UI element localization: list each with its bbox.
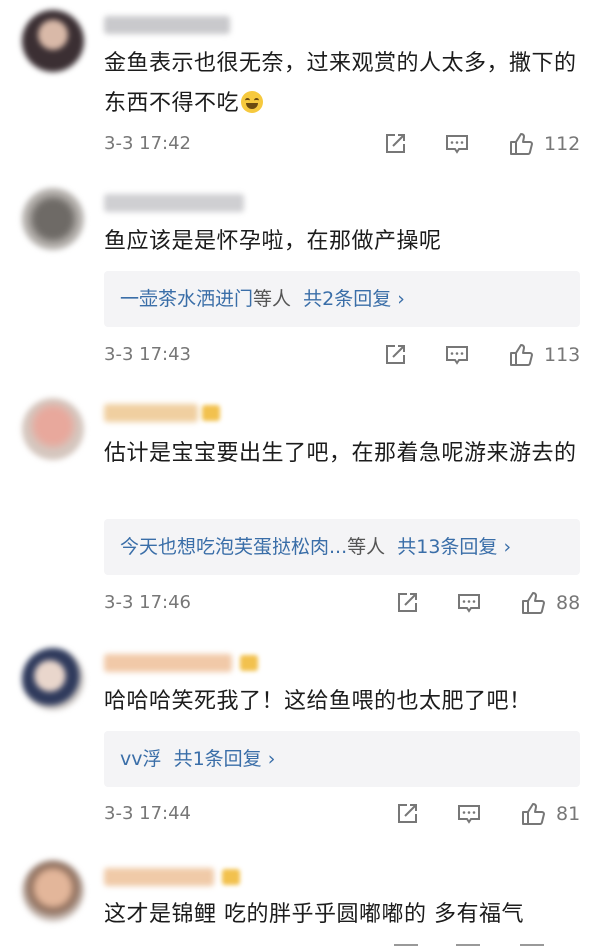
comment-text: 这才是锦鲤 吃的胖乎乎圆嘟嘟的 多有福气: [104, 902, 524, 927]
like-count: 113: [544, 344, 581, 366]
comment-meta: 3-3 17:42 112: [104, 129, 582, 159]
comment-icon[interactable]: [456, 590, 482, 616]
username-blurred[interactable]: [104, 16, 230, 34]
thumbs-up-icon[interactable]: [520, 801, 546, 827]
comment-icon[interactable]: [456, 801, 482, 827]
reply-summary[interactable]: vv浮 共1条回复 ›: [104, 731, 580, 787]
username-blurred[interactable]: [104, 194, 244, 212]
laughing-tears-emoji: [241, 91, 264, 113]
avatar[interactable]: [22, 398, 84, 460]
share-icon[interactable]: [394, 590, 420, 616]
reply-count[interactable]: 共2条回复 ›: [303, 288, 405, 310]
user-badge: [202, 405, 220, 421]
comment-meta: 3-3 17:43 113: [104, 340, 582, 370]
username-blurred[interactable]: [104, 868, 214, 886]
like-count: 81: [556, 803, 581, 825]
comment-icon[interactable]: [444, 342, 470, 368]
thumbs-up-icon[interactable]: [520, 590, 546, 616]
reply-count[interactable]: 共1条回复 ›: [174, 748, 276, 770]
comment-text: 估计是宝宝要出生了吧，在那着急呢游来游去的: [104, 441, 577, 466]
reply-users[interactable]: 今天也想吃泡芙蛋挞松肉...: [120, 536, 347, 558]
thumbs-up-icon[interactable]: [508, 131, 534, 157]
like-count: 88: [556, 592, 581, 614]
share-icon[interactable]: [382, 131, 408, 157]
timestamp: 3-3 17:44: [104, 803, 191, 824]
comment-text: 鱼应该是是怀孕啦，在那做产操呢: [104, 229, 442, 254]
comment-icon[interactable]: [444, 131, 470, 157]
share-icon[interactable]: [382, 342, 408, 368]
reply-summary[interactable]: 今天也想吃泡芙蛋挞松肉...等人 共13条回复 ›: [104, 519, 580, 575]
reply-users[interactable]: vv浮: [120, 748, 162, 770]
timestamp: 3-3 17:46: [104, 592, 191, 613]
reply-summary[interactable]: 一壶茶水洒进门等人 共2条回复 ›: [104, 271, 580, 327]
avatar[interactable]: [22, 860, 84, 922]
share-icon[interactable]: [394, 801, 420, 827]
comment-meta: 3-3 17:46 88: [104, 588, 582, 618]
comment-text: 金鱼表示也很无奈，过来观赏的人太多，撒下的东西不得不吃: [104, 51, 577, 116]
timestamp: 3-3 17:42: [104, 133, 191, 154]
reply-users[interactable]: 一壶茶水洒进门: [120, 288, 253, 310]
thumbs-up-icon[interactable]: [508, 342, 534, 368]
username-blurred[interactable]: [104, 404, 198, 422]
avatar[interactable]: [22, 188, 84, 250]
timestamp: 3-3 17:43: [104, 344, 191, 365]
reply-count[interactable]: 共13条回复 ›: [397, 536, 511, 558]
comment-meta: 3-3 17:44 81: [104, 799, 582, 829]
user-badge: [240, 655, 258, 671]
reply-suffix: 等人: [253, 288, 292, 310]
like-count: 112: [544, 133, 581, 155]
avatar[interactable]: [22, 10, 84, 72]
username-blurred[interactable]: [104, 654, 232, 672]
avatar[interactable]: [22, 648, 84, 710]
partial-action-icons: [104, 944, 582, 951]
reply-suffix: 等人: [347, 536, 386, 558]
user-badge: [222, 869, 240, 885]
comment-text: 哈哈哈笑死我了！这给鱼喂的也太肥了吧！: [104, 689, 532, 714]
